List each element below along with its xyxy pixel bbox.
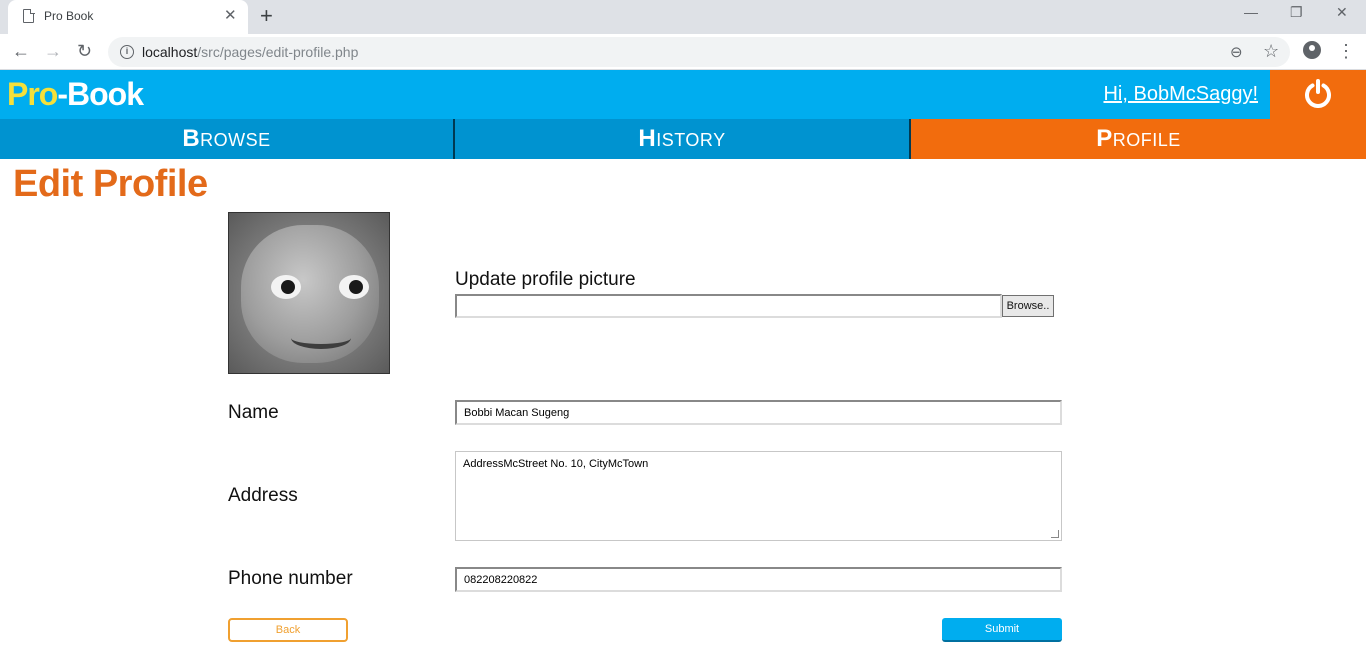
update-picture-label: Update profile picture <box>455 269 636 290</box>
address-label: Address <box>228 485 298 506</box>
tab-title: Pro Book <box>44 9 94 23</box>
phone-label: Phone number <box>228 568 353 589</box>
page-title: Edit Profile <box>13 163 208 205</box>
reload-icon[interactable]: ↻ <box>77 40 92 62</box>
browser-toolbar: ← → ↻ i localhost/src/pages/edit-profile… <box>0 34 1366 70</box>
resize-handle[interactable] <box>1051 530 1059 538</box>
logout-button[interactable] <box>1270 70 1366 119</box>
submit-button[interactable]: Submit <box>942 618 1062 642</box>
info-icon[interactable]: i <box>120 45 134 59</box>
minimize-icon[interactable]: — <box>1244 4 1258 20</box>
document-icon <box>23 8 35 23</box>
back-arrow-icon[interactable]: ← <box>12 40 30 62</box>
tab-history[interactable]: HISTORY <box>455 119 911 159</box>
address-bar[interactable]: i localhost/src/pages/edit-profile.php ⊖… <box>108 37 1290 67</box>
bookmark-star-icon[interactable]: ☆ <box>1263 41 1279 62</box>
name-field[interactable]: Bobbi Macan Sugeng <box>455 400 1062 425</box>
power-icon <box>1305 79 1331 108</box>
phone-field[interactable]: 082208220822 <box>455 567 1062 592</box>
tab-profile[interactable]: PROFILE <box>911 119 1366 159</box>
browser-tabstrip: Pro Book ✕ + — ❐ ✕ <box>0 0 1366 34</box>
url-text[interactable]: localhost/src/pages/edit-profile.php <box>142 44 358 60</box>
name-label: Name <box>228 402 279 423</box>
close-tab-icon[interactable]: ✕ <box>224 7 237 25</box>
browse-button[interactable]: Browse.. <box>1002 295 1054 317</box>
zoom-icon[interactable]: ⊖ <box>1230 43 1243 61</box>
main-nav: BROWSE HISTORY PROFILE <box>0 119 1366 159</box>
logo[interactable]: Pro-Book <box>7 76 144 113</box>
more-menu-icon[interactable]: ⋮ <box>1337 40 1355 62</box>
new-tab-icon[interactable]: + <box>260 5 273 27</box>
close-window-icon[interactable]: ✕ <box>1336 4 1348 21</box>
forward-arrow-icon[interactable]: → <box>44 40 62 62</box>
browser-tab[interactable]: Pro Book ✕ <box>8 0 248 34</box>
address-field[interactable]: AddressMcStreet No. 10, CityMcTown <box>455 451 1062 541</box>
file-path-field[interactable] <box>455 294 1002 318</box>
address-value: AddressMcStreet No. 10, CityMcTown <box>463 458 649 470</box>
restore-icon[interactable]: ❐ <box>1290 4 1303 21</box>
back-button[interactable]: Back <box>228 618 348 642</box>
app-header: Pro-Book Hi, BobMcSaggy! <box>0 70 1366 119</box>
user-greeting-link[interactable]: Hi, BobMcSaggy! <box>1103 83 1258 106</box>
account-icon[interactable] <box>1303 41 1321 59</box>
profile-picture <box>228 212 390 374</box>
tab-browse[interactable]: BROWSE <box>0 119 455 159</box>
